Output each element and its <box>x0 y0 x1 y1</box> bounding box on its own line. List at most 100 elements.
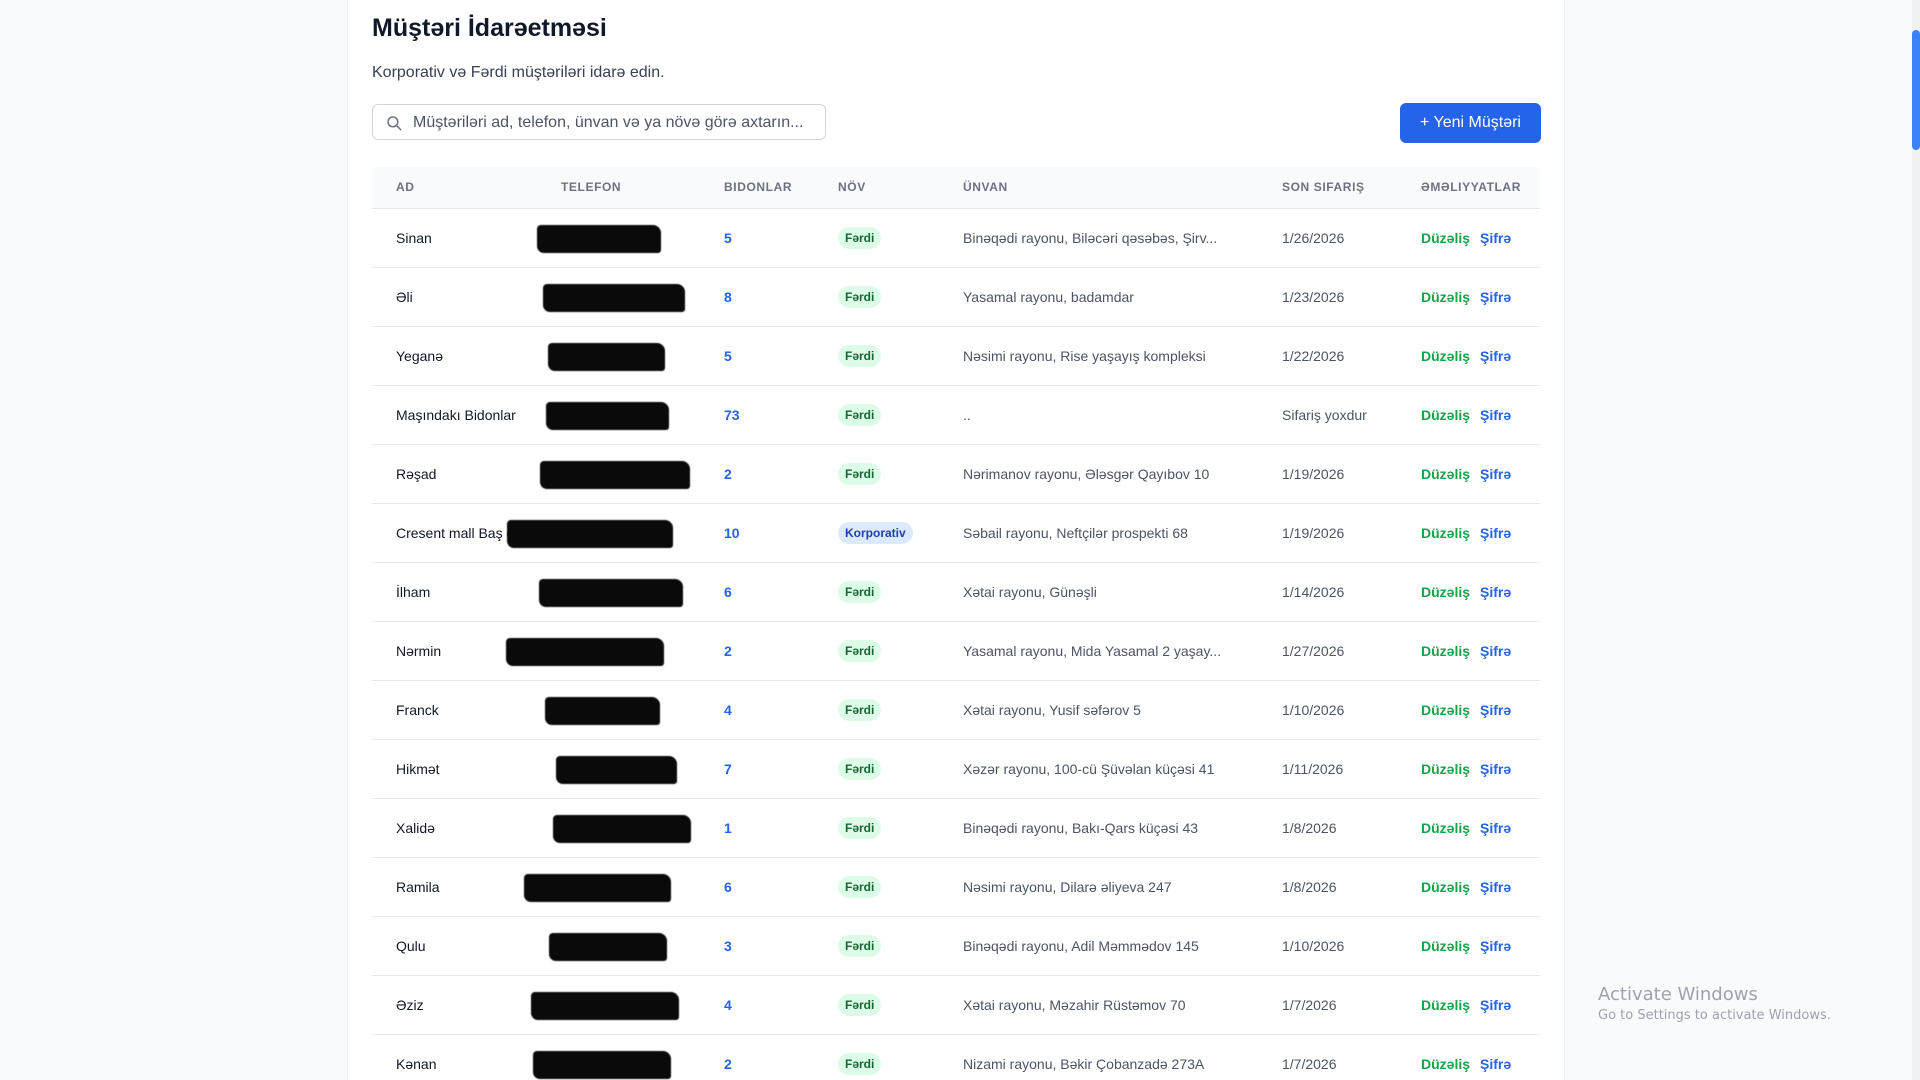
new-customer-button[interactable]: + Yeni Müştəri <box>1400 103 1541 143</box>
password-link[interactable]: Şifrə <box>1480 584 1511 600</box>
edit-link[interactable]: Düzəliş <box>1421 820 1470 836</box>
customer-name: Franck <box>372 680 561 740</box>
edit-link[interactable]: Düzəliş <box>1421 997 1470 1013</box>
customers-table-container: AD TELEFON BIDONLAR NÖV ÜNVAN SON SIFARI… <box>372 167 1540 1080</box>
phone-redaction <box>545 696 660 725</box>
search-input[interactable] <box>411 105 825 141</box>
password-link[interactable]: Şifrə <box>1480 407 1511 423</box>
customer-name: Xalidə <box>372 798 561 858</box>
edit-link[interactable]: Düzəliş <box>1421 879 1470 895</box>
page-subtitle: Korporativ və Fərdi müştəriləri idarə ed… <box>372 64 665 81</box>
scrollbar-thumb[interactable] <box>1912 30 1920 150</box>
customer-phone <box>533 1034 724 1080</box>
password-link[interactable]: Şifrə <box>1480 938 1511 954</box>
customer-address: Yasamal rayonu, badamdar <box>963 267 1282 327</box>
row-actions: Düzəliş Şifrə <box>1421 503 1540 563</box>
customer-address: Binəqədi rayonu, Biləcəri qəsəbəs, Şirv.… <box>963 208 1282 268</box>
bidon-count: 6 <box>724 562 838 622</box>
password-link[interactable]: Şifrə <box>1480 643 1511 659</box>
customer-type-badge: Fərdi <box>838 757 882 780</box>
bidon-count: 1 <box>724 798 838 858</box>
password-link[interactable]: Şifrə <box>1480 761 1511 777</box>
customer-type-badge: Fərdi <box>838 462 882 485</box>
phone-redaction <box>540 460 690 489</box>
edit-link[interactable]: Düzəliş <box>1421 643 1470 659</box>
customer-type-badge: Fərdi <box>838 875 882 898</box>
edit-link[interactable]: Düzəliş <box>1421 230 1470 246</box>
page-title: Müştəri İdarəetməsi <box>372 14 607 42</box>
password-link[interactable]: Şifrə <box>1480 820 1511 836</box>
customer-address: Nərimanov rayonu, Ələsgər Qayıbov 10 <box>963 444 1282 504</box>
phone-redaction <box>537 224 661 253</box>
customer-address: Nəsimi rayonu, Rise yaşayış kompleksi <box>963 326 1282 386</box>
edit-link[interactable]: Düzəliş <box>1421 407 1470 423</box>
bidon-count: 7 <box>724 739 838 799</box>
password-link[interactable]: Şifrə <box>1480 997 1511 1013</box>
last-order-date: 1/7/2026 <box>1282 975 1421 1035</box>
password-link[interactable]: Şifrə <box>1480 466 1511 482</box>
customer-type-cell: Fərdi <box>838 1034 963 1080</box>
row-actions: Düzəliş Şifrə <box>1421 621 1540 681</box>
edit-link[interactable]: Düzəliş <box>1421 348 1470 364</box>
last-order-date: 1/8/2026 <box>1282 798 1421 858</box>
table-row: Yeganə 5 Fərdi Nəsimi rayonu, Rise yaşayış … <box>372 326 1540 386</box>
search-icon <box>387 116 402 131</box>
customer-type-badge: Korporativ <box>838 521 913 544</box>
edit-link[interactable]: Düzəliş <box>1421 702 1470 718</box>
password-link[interactable]: Şifrə <box>1480 348 1511 364</box>
password-link[interactable]: Şifrə <box>1480 525 1511 541</box>
table-row: Sinan 5 Fərdi Binəqədi rayonu, Biləcəri qəs… <box>372 208 1540 268</box>
search-box[interactable] <box>372 104 826 141</box>
phone-redaction <box>549 932 667 961</box>
edit-link[interactable]: Düzəliş <box>1421 289 1470 305</box>
bidon-count: 8 <box>724 267 838 327</box>
password-link[interactable]: Şifrə <box>1480 702 1511 718</box>
customer-address: Səbail rayonu, Neftçilər prospekti 68 <box>963 503 1282 563</box>
customer-type-badge: Fərdi <box>838 1052 882 1075</box>
customer-type-badge: Fərdi <box>838 344 882 367</box>
row-actions: Düzəliş Şifrə <box>1421 857 1540 917</box>
customer-type-cell: Korporativ <box>838 503 963 563</box>
edit-link[interactable]: Düzəliş <box>1421 584 1470 600</box>
customer-type-cell: Fərdi <box>838 562 963 622</box>
row-actions: Düzəliş Şifrə <box>1421 208 1540 268</box>
customer-phone <box>540 444 724 504</box>
customer-type-badge: Fərdi <box>838 993 882 1016</box>
password-link[interactable]: Şifrə <box>1480 879 1511 895</box>
row-actions: Düzəliş Şifrə <box>1421 444 1540 504</box>
row-actions: Düzəliş Şifrə <box>1421 798 1540 858</box>
customer-type-badge: Fərdi <box>838 934 882 957</box>
customer-type-badge: Fərdi <box>838 580 882 603</box>
customer-phone <box>539 562 724 622</box>
customer-phone <box>549 916 724 976</box>
password-link[interactable]: Şifrə <box>1480 289 1511 305</box>
customer-name: Yeganə <box>372 326 561 386</box>
row-actions: Düzəliş Şifrə <box>1421 267 1540 327</box>
customer-phone <box>556 739 724 799</box>
table-header-row: AD TELEFON BIDONLAR NÖV ÜNVAN SON SIFARI… <box>372 167 1540 209</box>
customer-phone <box>507 503 724 563</box>
page-scrollbar[interactable] <box>1912 0 1920 1080</box>
edit-link[interactable]: Düzəliş <box>1421 761 1470 777</box>
edit-link[interactable]: Düzəliş <box>1421 938 1470 954</box>
edit-link[interactable]: Düzəliş <box>1421 525 1470 541</box>
phone-redaction <box>553 814 691 843</box>
phone-redaction <box>524 873 671 902</box>
last-order-date: 1/19/2026 <box>1282 444 1421 504</box>
customer-phone <box>545 680 724 740</box>
customer-type-cell: Fərdi <box>838 267 963 327</box>
edit-link[interactable]: Düzəliş <box>1421 1056 1470 1072</box>
customer-type-cell: Fərdi <box>838 916 963 976</box>
password-link[interactable]: Şifrə <box>1480 230 1511 246</box>
column-header-name: AD <box>372 167 561 209</box>
row-actions: Düzəliş Şifrə <box>1421 1034 1540 1080</box>
last-order-date: 1/10/2026 <box>1282 680 1421 740</box>
table-row: Əziz 4 Fərdi Xətai rayonu, Məzahir Rüstəmov… <box>372 975 1540 1035</box>
customer-type-cell: Fərdi <box>838 975 963 1035</box>
password-link[interactable]: Şifrə <box>1480 1056 1511 1072</box>
edit-link[interactable]: Düzəliş <box>1421 466 1470 482</box>
column-header-bidonlar: BIDONLAR <box>724 167 838 209</box>
bidon-count: 2 <box>724 444 838 504</box>
customer-address: .. <box>963 385 1282 445</box>
customer-type-badge: Fərdi <box>838 698 882 721</box>
